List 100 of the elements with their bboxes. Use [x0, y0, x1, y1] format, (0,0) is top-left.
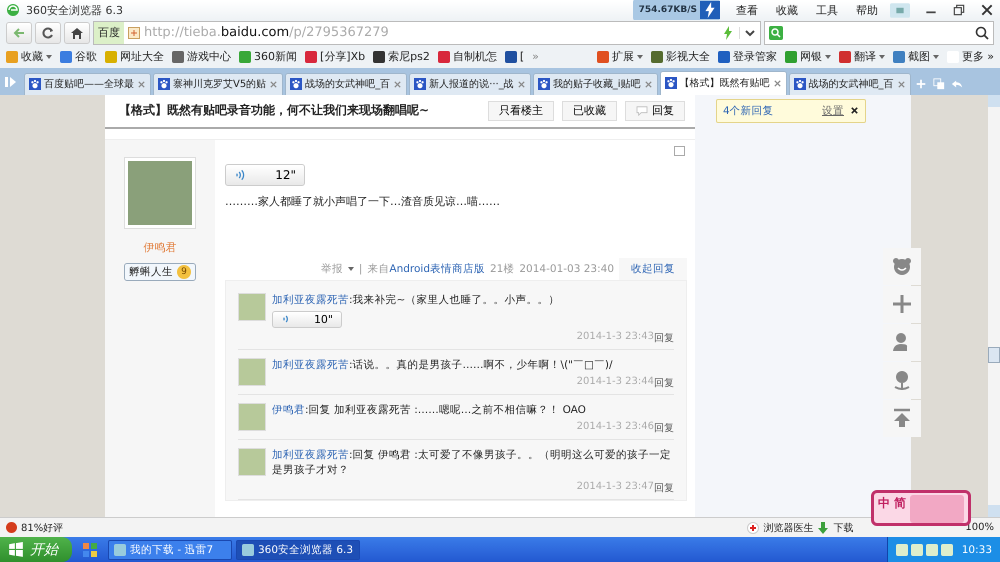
sidebar-toggle-icon[interactable]: [4, 74, 18, 89]
caret-icon[interactable]: [932, 54, 939, 59]
browser-logo-icon: [6, 3, 20, 17]
reply-link[interactable]: 回复: [654, 376, 674, 390]
input-method-widget[interactable]: 中 简: [871, 490, 971, 526]
notification-text[interactable]: 4个新回复: [723, 104, 774, 118]
caret-icon[interactable]: [348, 266, 354, 271]
add-button[interactable]: [883, 286, 921, 323]
collapse-replies-tab[interactable]: 收起回复: [619, 258, 687, 280]
paw-icon: [794, 78, 806, 90]
reply-text: 伊鸣君:回复 加利亚夜露死苦 :……嗯呢…之前不相信嘛？！ OAO: [272, 402, 587, 418]
thread-button[interactable]: 只看楼主: [488, 100, 554, 121]
bookmark-link[interactable]: 收藏: [21, 49, 43, 64]
scroll-thumb[interactable]: [988, 346, 1000, 363]
user-link[interactable]: 伊鸣君: [272, 404, 305, 416]
download-arrow-icon: [817, 522, 830, 534]
user-link[interactable]: 加利亚夜露死苦: [272, 448, 349, 461]
browser-tab[interactable]: 百度贴吧——全球最: [24, 72, 151, 95]
bookmark-link[interactable]: 360新闻: [254, 49, 297, 64]
toolbar-link[interactable]: 截图: [908, 49, 930, 64]
bear-face-icon: [892, 256, 912, 276]
pin-button[interactable]: [883, 362, 921, 399]
settings-link[interactable]: 设置: [822, 104, 844, 118]
search-engine-icon[interactable]: [769, 26, 783, 40]
reply-text: 加利亚夜露死苦:我来补完~（家里人也睡了。。小声。。）: [272, 292, 560, 308]
tray-icon[interactable]: [940, 544, 953, 556]
refresh-button[interactable]: [35, 22, 61, 44]
browser-doctor-link[interactable]: 浏览器医生: [763, 520, 814, 535]
restore-tab-icon[interactable]: [932, 78, 945, 90]
back-arrow-icon: [12, 26, 26, 40]
home-button[interactable]: [64, 22, 90, 44]
download-link[interactable]: 下载: [833, 520, 854, 535]
browser-tab[interactable]: 寨神川克罗艾V5的贴: [153, 72, 284, 95]
scrollbar[interactable]: [988, 94, 1000, 518]
browser-tab[interactable]: 新人报道的说···_战: [409, 72, 531, 95]
badge-title: 孵蝌人生: [129, 264, 173, 279]
user-link[interactable]: 加利亚夜露死苦: [272, 294, 349, 306]
voice-player[interactable]: 10": [272, 310, 342, 328]
source-link[interactable]: Android表情商店版: [389, 262, 485, 275]
caret-icon[interactable]: [636, 54, 643, 59]
toolbar-link[interactable]: 影视大全: [666, 49, 710, 64]
rating-text[interactable]: 81%好评: [21, 520, 64, 535]
voice-player[interactable]: 12": [225, 164, 305, 186]
toolbar-link[interactable]: 更多 »: [962, 49, 994, 64]
menu-item[interactable]: 工具: [810, 2, 844, 18]
speed-widget[interactable]: 754.67KB/S: [632, 0, 720, 21]
bookmark-link[interactable]: 谷歌: [75, 49, 97, 64]
browser-tab[interactable]: 战场的女武神吧_百: [285, 72, 408, 95]
caret-icon[interactable]: [824, 54, 831, 59]
menu-item[interactable]: 收藏: [770, 2, 804, 18]
toolbar-link[interactable]: 扩展: [612, 49, 634, 64]
speech-bubble-icon: [636, 106, 648, 116]
download-speed: 754.67KB/S: [638, 5, 697, 15]
restore-icon[interactable]: [952, 3, 966, 17]
browser-tab[interactable]: 我的贴子收藏_i贴吧: [532, 72, 658, 95]
thread-button[interactable]: 回复: [625, 100, 685, 121]
caret-icon[interactable]: [46, 54, 52, 59]
toolbar-link[interactable]: 翻译: [854, 49, 876, 64]
tray-icon[interactable]: [926, 544, 938, 556]
new-tab-icon[interactable]: [914, 78, 927, 90]
close-icon[interactable]: [850, 106, 859, 116]
browser-tab[interactable]: 【格式】既然有贴吧: [660, 70, 787, 95]
menu-item[interactable]: 查看: [730, 2, 764, 18]
taskbar-item[interactable]: 我的下载 - 迅雷7: [108, 540, 232, 560]
toolbar-link[interactable]: 登录管家: [732, 49, 777, 64]
toolbar-link[interactable]: 网银: [800, 49, 822, 64]
bookmark-link[interactable]: 索尼ps2: [388, 49, 430, 64]
member-badge[interactable]: 孵蝌人生 9: [124, 262, 196, 281]
quick-launch-icon[interactable]: [82, 542, 98, 558]
reply-text: 加利亚夜露死苦:回复 伊鸣君 :太可爱了不像男孩子。。（明明这么可爱的孩子一定是男孩子才对？: [272, 448, 672, 478]
thread-button[interactable]: 已收藏: [562, 100, 617, 121]
user-link[interactable]: 加利亚夜露死苦: [272, 358, 349, 371]
search-field[interactable]: [764, 20, 994, 45]
emoticon-button[interactable]: [883, 248, 921, 285]
menu-item[interactable]: 帮助: [850, 2, 884, 18]
search-engine-selector[interactable]: 百度: [94, 22, 124, 44]
bookmark-link[interactable]: [: [520, 50, 524, 64]
bookmark-link[interactable]: 自制机怎: [452, 49, 497, 64]
caret-icon[interactable]: [878, 54, 885, 59]
input-mode-label[interactable]: 简: [894, 495, 906, 512]
reply-link[interactable]: 回复: [654, 480, 674, 495]
address-field[interactable]: 百度 http://tieba.baidu.com/p/2795367279: [93, 20, 761, 45]
taskbar-item[interactable]: 360安全浏览器 6.3: [236, 540, 360, 560]
certificate-icon: [128, 26, 140, 39]
bookmark-link[interactable]: 网址大全: [120, 49, 164, 64]
input-mode-label[interactable]: 中: [878, 495, 890, 512]
bookmark-link[interactable]: 游戏中心: [187, 49, 231, 64]
tray-icon[interactable]: [896, 544, 908, 556]
reply-link[interactable]: 回复: [654, 330, 674, 345]
reply-link[interactable]: 回复: [654, 420, 674, 435]
user-button[interactable]: [883, 324, 921, 361]
tray-icon[interactable]: [910, 544, 923, 556]
tomato-icon: [6, 522, 17, 534]
paw-icon: [29, 78, 41, 90]
back-to-top-button[interactable]: [883, 400, 921, 437]
bookmark-link[interactable]: [分享]Xb: [320, 49, 366, 64]
search-icon[interactable]: [975, 26, 989, 40]
close-icon[interactable]: [980, 3, 994, 17]
skin-icon[interactable]: [890, 2, 910, 18]
browser-tab[interactable]: 战场的女武神吧_百: [788, 72, 911, 95]
